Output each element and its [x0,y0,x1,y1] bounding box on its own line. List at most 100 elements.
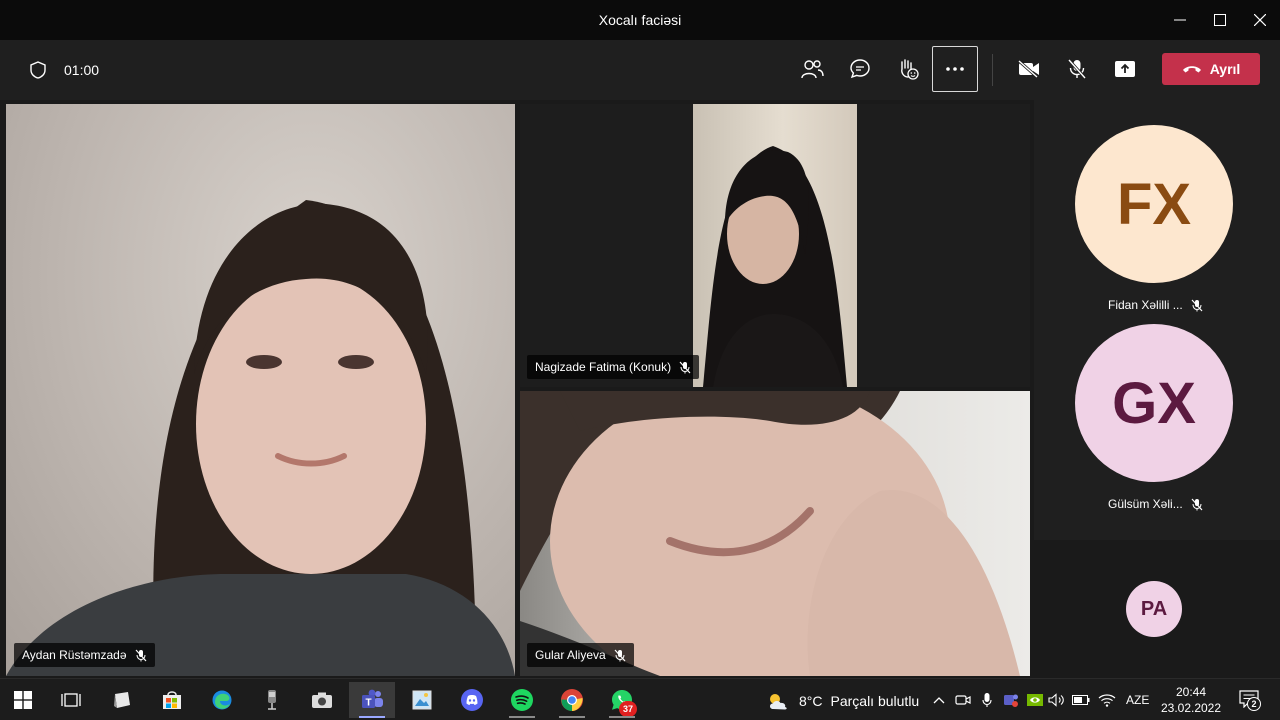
close-icon [1254,14,1266,26]
avatar-gulsum[interactable]: GX [1075,324,1233,482]
whatsapp-unread-badge: 37 [619,701,637,717]
camera-off-icon [1018,60,1039,78]
mic-off-icon [1191,498,1203,510]
share-tray-icon [1115,61,1135,77]
participant-name-tag: Nagizade Fatima (Konuk) [527,355,700,379]
video-tile-gular[interactable]: Gular Aliyeva [520,391,1030,676]
meeting-toolbar: 01:00 Ayrıl [0,40,1280,100]
mic-off-icon [1191,299,1203,311]
meeting-timer: 01:00 [64,62,100,78]
raise-hand-icon [901,59,919,80]
avatar-initials: FX [1116,171,1192,237]
taskbar-app-chrome[interactable] [549,682,595,718]
leave-label: Ayrıl [1209,61,1241,77]
windows-taskbar: T 37 8°C Parçalı bulutlu AZE 20:44 23.02… [0,678,1280,720]
participant-video [6,200,515,676]
maximize-button[interactable] [1206,8,1234,32]
leave-button[interactable]: Ayrıl [1162,53,1260,85]
tray-volume[interactable] [1048,691,1066,709]
taskbar-app-camera[interactable] [299,682,345,718]
video-stage: Aydan Rüstəmzadə Nagizade Fatima (Konuk) [0,100,1280,678]
more-actions-button[interactable] [932,46,978,92]
participant-video [693,104,857,387]
people-icon [801,60,824,79]
weather-description: Parçalı bulutlu [830,693,920,709]
clock-time: 20:44 [1175,685,1207,699]
battery-icon [1072,695,1090,705]
avatar-initials: GX [1112,370,1196,436]
minimize-icon [1174,19,1186,21]
teams-icon: T [362,689,383,709]
tray-nvidia[interactable] [1026,691,1044,709]
task-view-button[interactable] [48,682,94,718]
video-tile-aydan[interactable]: Aydan Rüstəmzadə [6,104,515,676]
hang-up-icon [1182,66,1201,73]
tray-microphone[interactable] [978,691,996,709]
camera-toggle-button[interactable] [1006,46,1052,92]
participant-name-tag: Aydan Rüstəmzadə [14,643,155,667]
video-tile-nagizade[interactable]: Nagizade Fatima (Konuk) [520,104,1030,387]
taskbar-app-whatsapp[interactable]: 37 [599,682,645,718]
partly-cloudy-icon [770,694,787,710]
chat-button[interactable] [837,46,883,92]
share-screen-button[interactable] [1102,46,1148,92]
microphone-icon [982,693,992,707]
avatar-pa[interactable]: PA [1126,581,1182,637]
tray-wifi[interactable] [1098,691,1116,709]
tray-meet-now[interactable] [954,691,972,709]
nvidia-icon [1027,694,1043,706]
chat-icon [850,59,870,79]
avatar-fidan[interactable]: FX [1075,125,1233,283]
avatar-initials: PA [1140,597,1168,620]
show-hidden-icons-button[interactable] [930,691,948,709]
mic-off-icon [614,649,626,661]
participant-video [520,391,1020,676]
start-button[interactable] [0,682,46,718]
participant-name: Gülsüm Xəli... [1108,497,1183,511]
camera-app-icon [312,692,332,708]
reactions-button[interactable] [885,46,931,92]
minimize-button[interactable] [1166,8,1194,32]
more-dots-icon [946,67,964,71]
mic-off-icon [679,361,691,373]
participant-video-figure [703,146,847,387]
weather-widget[interactable]: 8°C Parçalı bulutlu [765,691,919,711]
shield-icon[interactable] [28,60,48,80]
participants-button[interactable] [789,46,835,92]
close-button[interactable] [1246,8,1274,32]
svg-text:T: T [365,698,371,709]
microphone-app-icon [268,690,276,710]
discord-icon [461,689,483,711]
active-app-indicator [359,716,385,718]
taskbar-app-edge[interactable] [199,682,245,718]
tray-battery[interactable] [1072,691,1090,709]
notification-center-button[interactable]: 2 [1238,689,1261,711]
taskbar-app-teams[interactable]: T [349,682,395,718]
taskbar-app-discord[interactable] [449,682,495,718]
edge-browser-icon [212,690,232,710]
chrome-icon [561,689,583,711]
windows-logo-icon [14,691,32,709]
store-icon [163,691,181,709]
system-clock[interactable]: 20:44 23.02.2022 [1158,684,1224,716]
mic-off-icon [1067,59,1087,79]
weather-temperature: 8°C [799,693,823,709]
mic-toggle-button[interactable] [1054,46,1100,92]
notification-count-badge: 2 [1247,697,1261,711]
image-viewer-icon [412,690,432,710]
tray-teams[interactable] [1002,691,1020,709]
taskbar-app-image-viewer[interactable] [399,682,445,718]
taskbar-app-spotify[interactable] [499,682,545,718]
running-app-indicator [559,716,585,718]
window-title: Xocalı faciəsi [598,12,682,28]
participant-name: Fidan Xəlilli ... [1108,298,1183,312]
window-titlebar: Xocalı faciəsi [0,0,1280,40]
maximize-icon [1214,14,1226,26]
taskbar-app-microphone[interactable] [249,682,295,718]
taskbar-app-store[interactable] [149,682,195,718]
participant-name-tag: Gular Aliyeva [527,643,634,667]
input-language[interactable]: AZE [1126,693,1149,707]
taskbar-app-cube[interactable] [99,682,145,718]
participant-name: Nagizade Fatima (Konuk) [535,360,672,374]
teams-tray-icon [1004,694,1018,707]
